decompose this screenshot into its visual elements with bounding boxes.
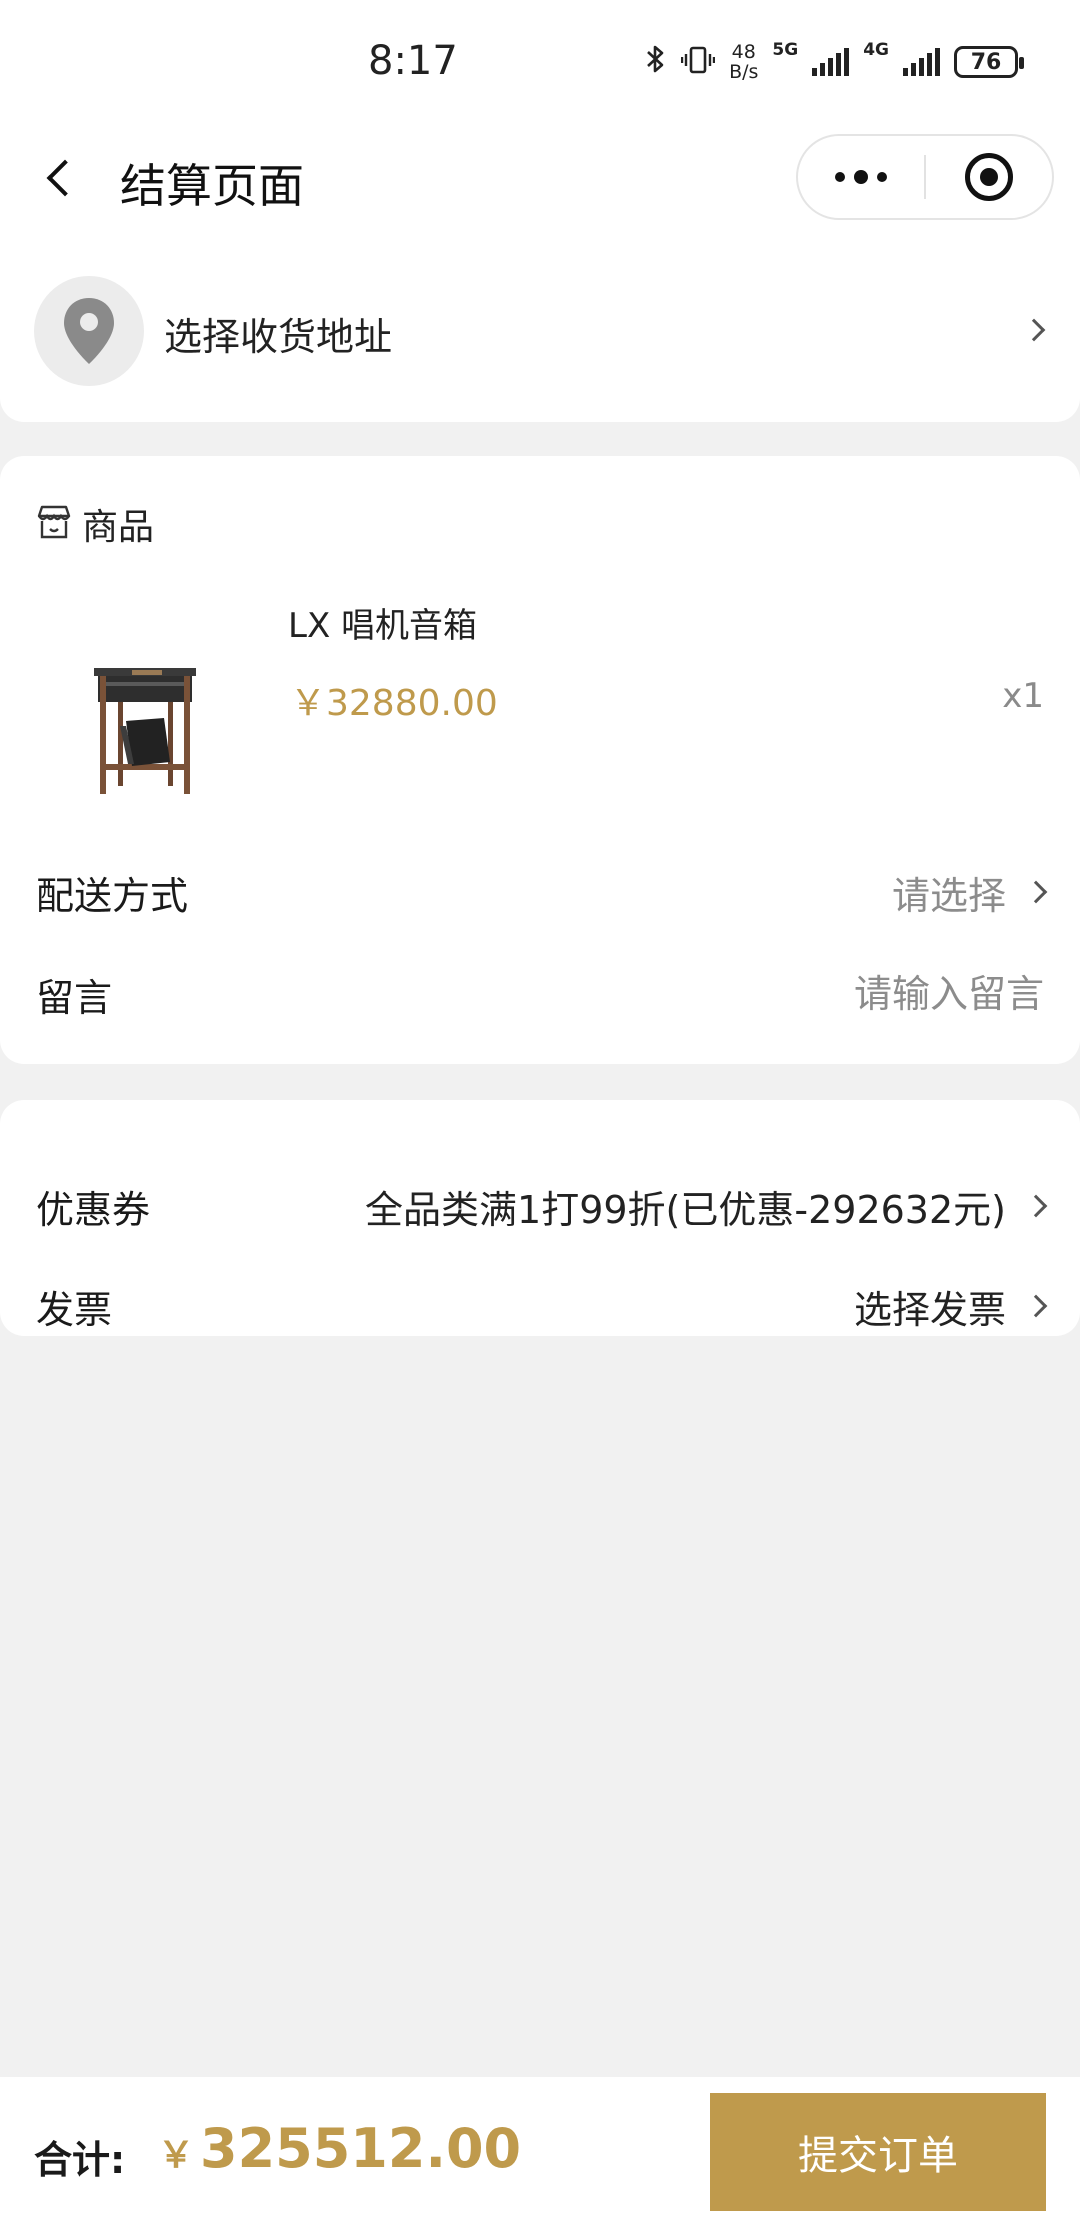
nav-bar: 结算页面: [0, 120, 1080, 236]
promo-card: 优惠券 全品类满1打99折(已优惠-292632元) 发票 选择发票: [0, 1100, 1080, 1336]
coupon-label: 优惠券: [36, 1187, 151, 1232]
checkout-footer: 合计: ￥ 325512.00 提交订单: [0, 2077, 1080, 2227]
delivery-label: 配送方式: [36, 873, 189, 918]
page-title: 结算页面: [120, 159, 304, 213]
invoice-label: 发票: [36, 1287, 113, 1332]
product-name: LX 唱机音箱: [288, 606, 478, 646]
more-button[interactable]: [798, 136, 924, 218]
submit-order-button[interactable]: 提交订单: [710, 2093, 1046, 2211]
chevron-right-icon: [1024, 1194, 1048, 1218]
miniprogram-capsule: [796, 134, 1054, 220]
delivery-value: 请选择: [891, 873, 1006, 918]
coupon-value: 全品类满1打99折(已优惠-292632元): [365, 1187, 1006, 1232]
chevron-right-icon: [1022, 318, 1046, 342]
net-speed: 48 B/s: [729, 41, 759, 83]
vibrate-icon: [680, 44, 716, 80]
signal-4g-icon: [903, 48, 940, 76]
total-amount-value: 325512.00: [200, 2117, 522, 2180]
status-bar: 8:17 48 B/s 5G 4G 76: [0, 0, 1080, 120]
message-input[interactable]: [624, 972, 1044, 1016]
location-pin-icon: [34, 276, 144, 386]
more-dots-icon: [835, 172, 845, 182]
checkout-page: 8:17 48 B/s 5G 4G 76 结算页面 选择收货地址 商品 LX 唱…: [0, 0, 1080, 2227]
signal-5g-icon: [812, 48, 850, 76]
network-5g-label: 5G: [772, 40, 799, 60]
goods-header: 商品: [34, 498, 154, 550]
total-amount: ￥ 325512.00: [158, 2117, 521, 2180]
product-price: ￥32880.00: [290, 683, 498, 724]
message-label: 留言: [36, 975, 113, 1020]
product-quantity: x1: [1002, 676, 1044, 716]
chevron-right-icon: [1024, 1294, 1048, 1318]
address-selector[interactable]: 选择收货地址: [0, 236, 1080, 422]
product-image[interactable]: [60, 626, 230, 816]
back-button[interactable]: [30, 148, 90, 208]
chevron-right-icon: [1024, 880, 1048, 904]
status-icons: 48 B/s 5G 4G 76: [645, 40, 1024, 84]
network-4g-label: 4G: [863, 40, 889, 60]
invoice-row[interactable]: 发票 选择发票: [0, 1266, 1080, 1346]
goods-section-label: 商品: [82, 507, 155, 548]
goods-card: 商品 LX 唱机音箱 ￥32880.00 x1 配送方式 请选择 留言 请输入留…: [0, 456, 1080, 1064]
address-label: 选择收货地址: [164, 315, 393, 359]
invoice-value: 选择发票: [853, 1287, 1006, 1332]
currency-symbol: ￥: [158, 2135, 195, 2176]
battery-icon: 76: [954, 46, 1024, 78]
bluetooth-icon: [645, 43, 667, 81]
message-row: 留言: [0, 954, 1080, 1034]
chevron-left-icon: [46, 159, 84, 197]
target-icon: [965, 153, 1013, 201]
coupon-row[interactable]: 优惠券 全品类满1打99折(已优惠-292632元): [0, 1166, 1080, 1246]
shop-icon: [34, 502, 74, 546]
total-label: 合计:: [34, 2138, 126, 2182]
status-time: 8:17: [368, 38, 458, 84]
delivery-method-row[interactable]: 配送方式 请选择: [0, 852, 1080, 932]
close-miniprogram-button[interactable]: [926, 136, 1052, 218]
